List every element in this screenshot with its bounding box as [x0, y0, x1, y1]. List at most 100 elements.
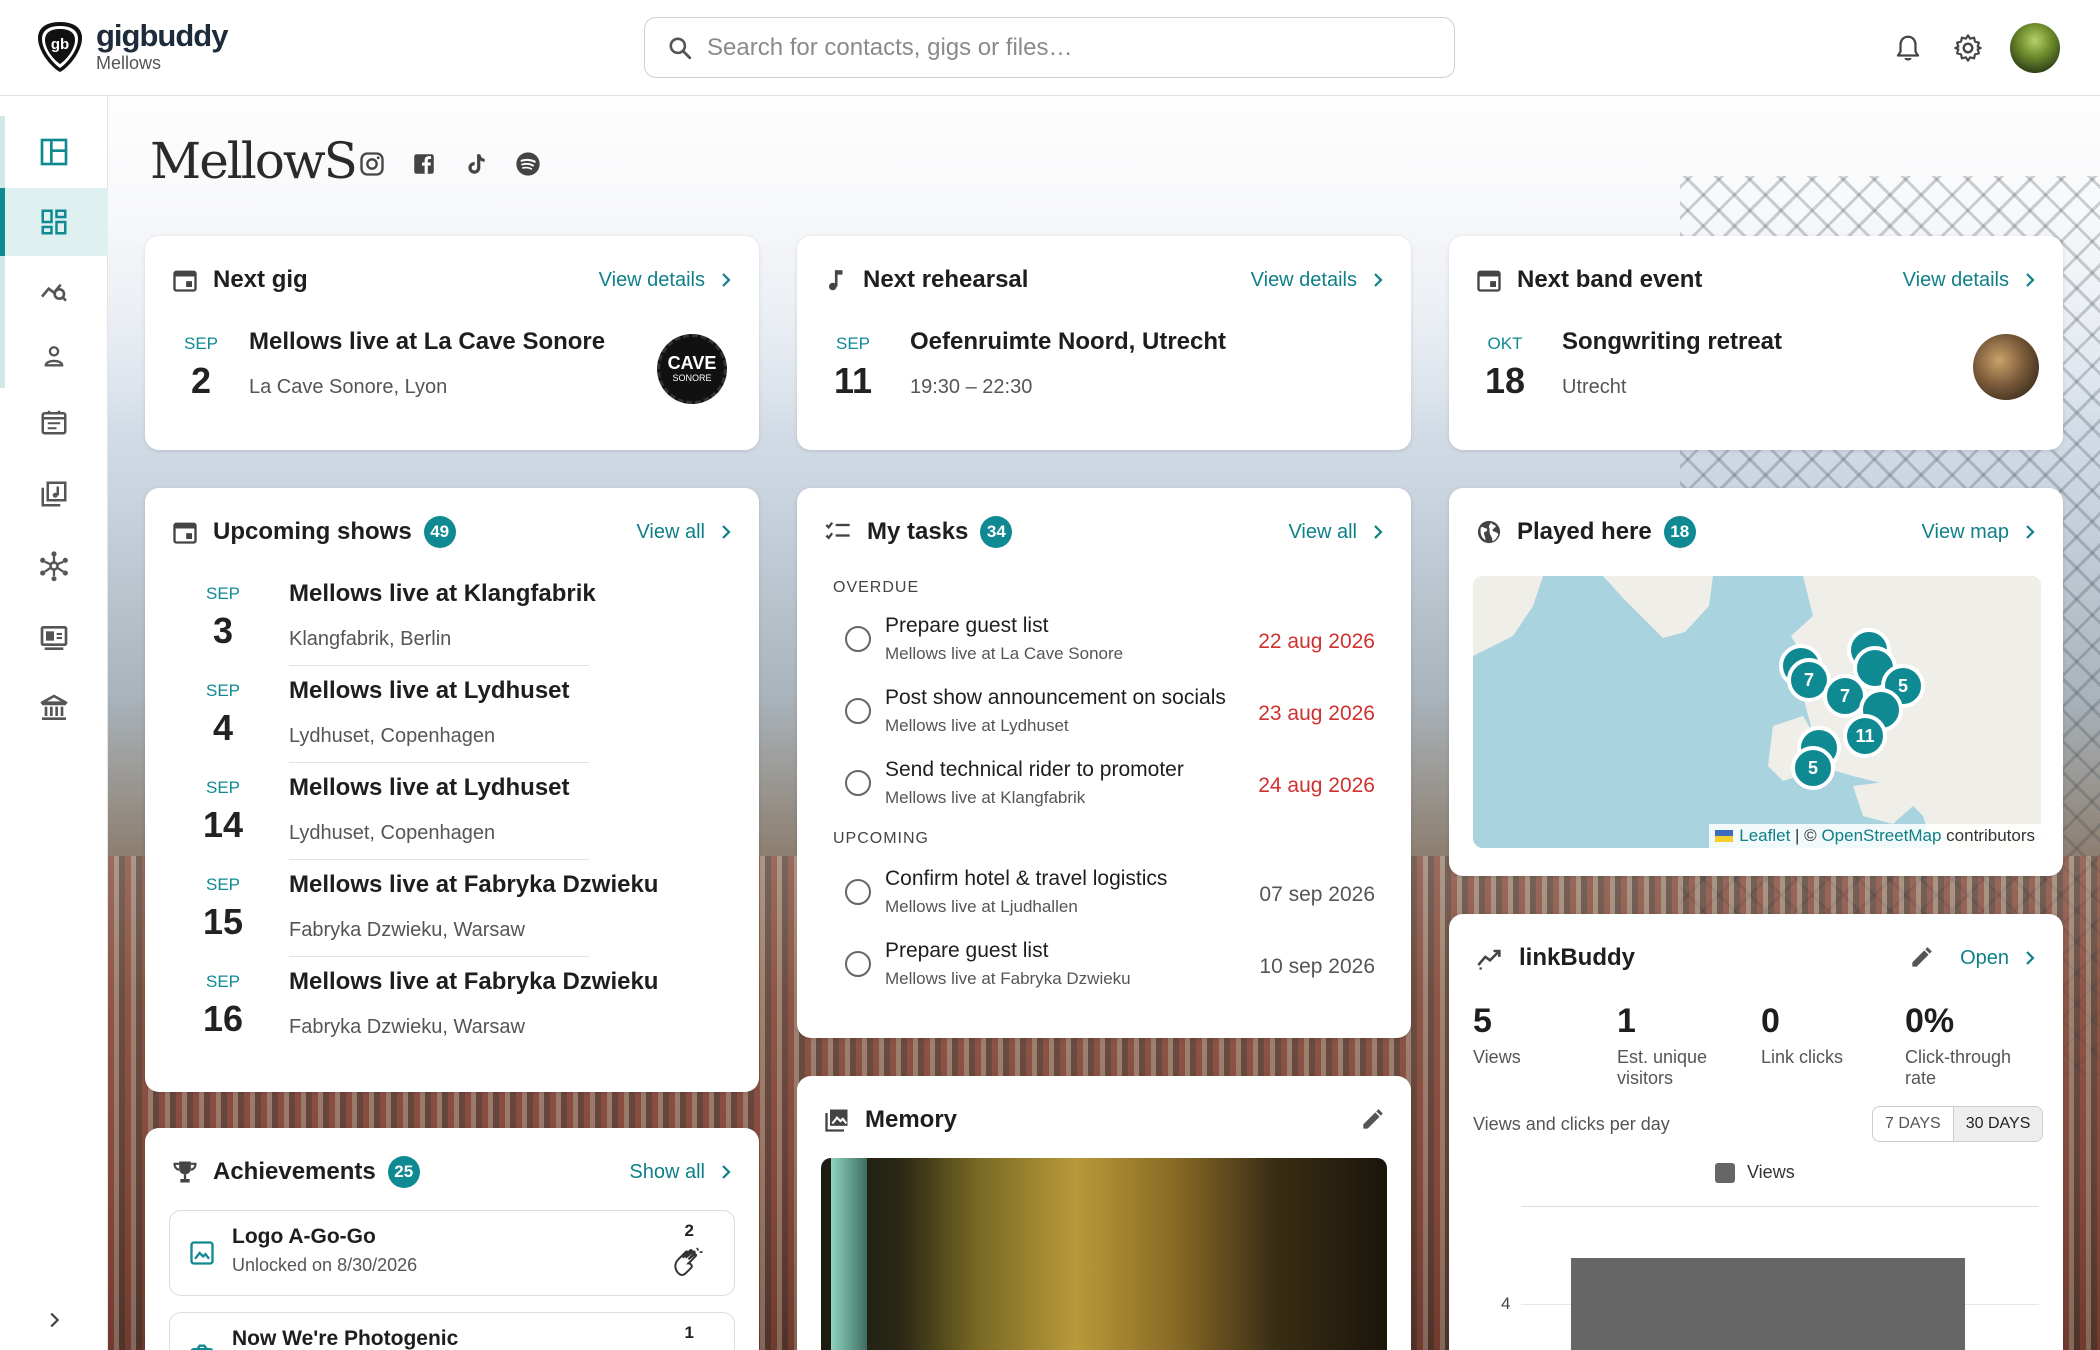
open-link[interactable]: Open — [1960, 947, 2037, 970]
chevron-right-icon — [2026, 273, 2035, 287]
show-title[interactable]: Mellows live at Fabryka Dzwieku — [289, 871, 658, 899]
top-bar: gb gigbuddy Mellows — [0, 0, 2100, 96]
show-all-link[interactable]: Show all — [629, 1161, 733, 1184]
edit-pencil-icon[interactable] — [1359, 1107, 1385, 1133]
task-due-date: 10 sep 2026 — [1259, 955, 1375, 978]
chevron-right-icon — [2026, 525, 2035, 539]
chevron-right-icon — [722, 1165, 731, 1179]
task-checkbox[interactable] — [845, 698, 871, 724]
photo-library-icon — [825, 1109, 848, 1132]
sidebar-item-media[interactable] — [0, 604, 108, 672]
band-name: Mellows — [96, 53, 162, 73]
achievement-count: 1 — [684, 1323, 694, 1342]
memory-photo[interactable] — [821, 1158, 1387, 1350]
map-land-icon — [1473, 576, 2041, 848]
sidebar-item-dashboard[interactable] — [0, 188, 108, 256]
show-title[interactable]: Mellows live at Klangfabrik — [289, 580, 596, 608]
gig-title[interactable]: Mellows live at La Cave Sonore — [249, 328, 605, 356]
view-all-link[interactable]: View all — [636, 521, 733, 544]
achievement-item[interactable]: Now We're Photogenic 1 — [169, 1312, 735, 1350]
band-logo: MellowS — [150, 132, 358, 190]
chart-caption: Views and clicks per day — [1473, 1114, 1670, 1134]
achievement-title: Logo A-Go-Go — [232, 1225, 376, 1248]
leaflet-link[interactable]: Leaflet — [1739, 826, 1790, 846]
task-checkbox[interactable] — [845, 879, 871, 905]
sidebar-item-overview[interactable] — [0, 118, 108, 186]
task-item[interactable]: Prepare guest list Mellows live at La Ca… — [823, 612, 1385, 672]
bell-icon — [1896, 35, 1920, 61]
upcoming-shows-card: Upcoming shows 49 View all SEP 3 Mellows… — [145, 488, 759, 1092]
task-item[interactable]: Prepare guest list Mellows live at Fabry… — [823, 937, 1385, 997]
divider — [289, 762, 589, 763]
edit-pencil-icon[interactable] — [1908, 945, 1934, 971]
search-box[interactable] — [644, 17, 1455, 78]
date-month: SEP — [205, 972, 241, 991]
music-library-icon — [41, 481, 67, 507]
task-item[interactable]: Confirm hotel & travel logistics Mellows… — [823, 865, 1385, 925]
view-all-link[interactable]: View all — [1288, 521, 1385, 544]
sidebar-item-analytics[interactable] — [0, 256, 108, 324]
chart-bar — [1571, 1258, 1965, 1350]
rehearsal-location[interactable]: Oefenruimte Noord, Utrecht — [910, 328, 1226, 356]
view-details-link[interactable]: View details — [1251, 269, 1385, 292]
show-title[interactable]: Mellows live at Lydhuset — [289, 677, 570, 705]
osm-link[interactable]: OpenStreetMap — [1821, 826, 1941, 846]
chevron-right-icon — [2026, 951, 2035, 965]
task-item[interactable]: Send technical rider to promoter Mellows… — [823, 756, 1385, 816]
institution-icon — [40, 694, 68, 720]
map-cluster-marker[interactable]: 11 — [1843, 714, 1887, 758]
spotify-link[interactable] — [510, 146, 546, 182]
sidebar-item-music[interactable] — [0, 460, 108, 528]
sidebar-collapse-button[interactable] — [0, 1286, 108, 1350]
gig-location: La Cave Sonore, Lyon — [249, 376, 448, 398]
date-month: SEP — [205, 778, 241, 797]
clapping-hands-icon[interactable] — [670, 1245, 704, 1279]
social-links — [354, 146, 562, 182]
search-input[interactable] — [707, 33, 1407, 62]
instagram-link[interactable] — [354, 146, 390, 182]
date-day: 18 — [1484, 360, 1526, 401]
settings-button[interactable] — [1944, 22, 1992, 74]
chevron-right-icon — [1374, 273, 1383, 287]
camera-icon — [190, 1344, 214, 1350]
dashboard-icon — [41, 209, 67, 235]
achievement-item[interactable]: Logo A-Go-Go Unlocked on 8/30/2026 2 — [169, 1210, 735, 1296]
date-month: OKT — [1487, 334, 1523, 353]
task-checkbox[interactable] — [845, 770, 871, 796]
view-details-link[interactable]: View details — [599, 269, 733, 292]
sidebar-item-calendar[interactable] — [0, 388, 108, 456]
next-band-event-card: Next band event View details OKT 18 Song… — [1449, 236, 2063, 450]
task-item[interactable]: Post show announcement on socials Mellow… — [823, 684, 1385, 744]
task-checkbox[interactable] — [845, 626, 871, 652]
task-gig: Mellows live at Ljudhallen — [885, 897, 1078, 916]
range-30-days[interactable]: 30 DAYS — [1952, 1107, 2043, 1141]
facebook-icon — [414, 154, 434, 174]
chart-legend: Views — [1715, 1162, 1795, 1183]
task-title: Send technical rider to promoter — [885, 758, 1184, 781]
show-title[interactable]: Mellows live at Fabryka Dzwieku — [289, 968, 658, 996]
brand[interactable]: gb gigbuddy Mellows — [36, 20, 228, 74]
checklist-icon — [825, 521, 850, 540]
show-location: Fabryka Dzwieku, Warsaw — [289, 1016, 525, 1038]
tiktok-link[interactable] — [458, 146, 494, 182]
user-avatar[interactable] — [2010, 23, 2060, 73]
event-thumbnail — [1973, 334, 2039, 400]
view-details-link[interactable]: View details — [1903, 269, 2037, 292]
facebook-link[interactable] — [406, 146, 442, 182]
date-month: SEP — [183, 334, 219, 353]
event-location: Utrecht — [1562, 376, 1627, 398]
sidebar-item-contacts[interactable] — [0, 322, 108, 390]
notifications-button[interactable] — [1884, 22, 1932, 74]
view-map-link[interactable]: View map — [1922, 521, 2037, 544]
task-title: Confirm hotel & travel logistics — [885, 867, 1168, 890]
map-cluster-marker[interactable]: 5 — [1791, 746, 1835, 790]
sidebar-item-finance[interactable] — [0, 674, 108, 742]
event-title[interactable]: Songwriting retreat — [1562, 328, 1782, 356]
sidebar-item-network[interactable] — [0, 532, 108, 600]
stat-views: 5 Views — [1473, 1002, 1521, 1067]
trending-up-icon — [1477, 949, 1501, 970]
played-here-map[interactable]: 7 7 5 11 5 Leaflet | © OpenStreetMap con… — [1473, 576, 2041, 848]
range-7-days[interactable]: 7 DAYS — [1873, 1107, 1953, 1141]
task-checkbox[interactable] — [845, 951, 871, 977]
show-title[interactable]: Mellows live at Lydhuset — [289, 774, 570, 802]
